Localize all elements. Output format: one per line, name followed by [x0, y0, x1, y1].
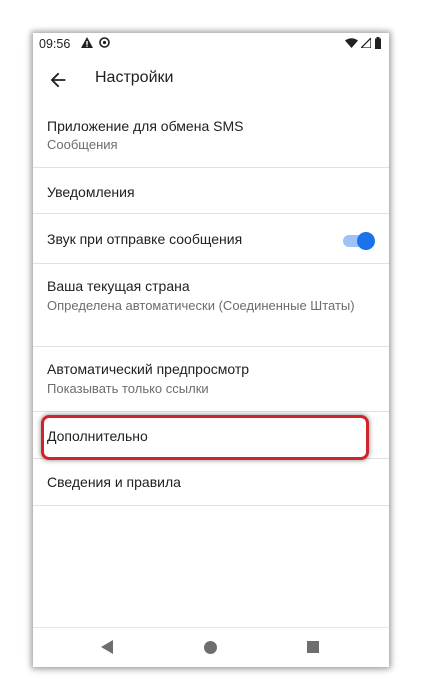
- setting-title: Приложение для обмена SMS: [47, 118, 244, 134]
- status-bar: 09:56: [33, 33, 389, 55]
- setting-link-preview[interactable]: Автоматический предпросмотр Показывать т…: [33, 347, 389, 412]
- setting-about[interactable]: Сведения и правила: [33, 459, 389, 506]
- back-arrow-icon[interactable]: [47, 69, 69, 91]
- send-sound-toggle[interactable]: [343, 232, 375, 250]
- nav-recents-icon[interactable]: [307, 641, 319, 653]
- battery-icon: [375, 37, 381, 49]
- setting-subtitle: Сообщения: [47, 137, 118, 152]
- setting-title: Сведения и правила: [47, 474, 181, 490]
- nav-home-icon[interactable]: [204, 641, 217, 654]
- status-time: 09:56: [39, 37, 71, 51]
- setting-notifications[interactable]: Уведомления: [33, 168, 389, 214]
- setting-title: Ваша текущая страна: [47, 278, 190, 294]
- highlight-frame: [41, 415, 369, 460]
- setting-title: Автоматический предпросмотр: [47, 361, 250, 377]
- setting-subtitle: Определена автоматически (Соединенные Шт…: [47, 298, 355, 313]
- wifi-icon: [345, 38, 358, 48]
- setting-sms-app[interactable]: Приложение для обмена SMS Сообщения: [33, 105, 389, 168]
- setting-title: Звук при отправке сообщения: [47, 231, 243, 247]
- page-title: Настройки: [95, 69, 174, 86]
- data-saver-icon: [99, 37, 110, 48]
- nav-back-icon[interactable]: [101, 640, 113, 654]
- signal-icon: [361, 38, 371, 48]
- navigation-bar: [33, 627, 389, 667]
- setting-send-sound[interactable]: Звук при отправке сообщения: [33, 214, 389, 264]
- app-bar: Настройки: [33, 55, 389, 105]
- warning-icon: [81, 37, 93, 48]
- setting-country[interactable]: Ваша текущая страна Определена автоматич…: [33, 264, 389, 347]
- phone-screen: 09:56 Настройки Приложение для обмена SM…: [33, 33, 389, 667]
- setting-title: Уведомления: [47, 184, 135, 200]
- toggle-thumb: [357, 232, 375, 250]
- setting-subtitle: Показывать только ссылки: [47, 381, 209, 396]
